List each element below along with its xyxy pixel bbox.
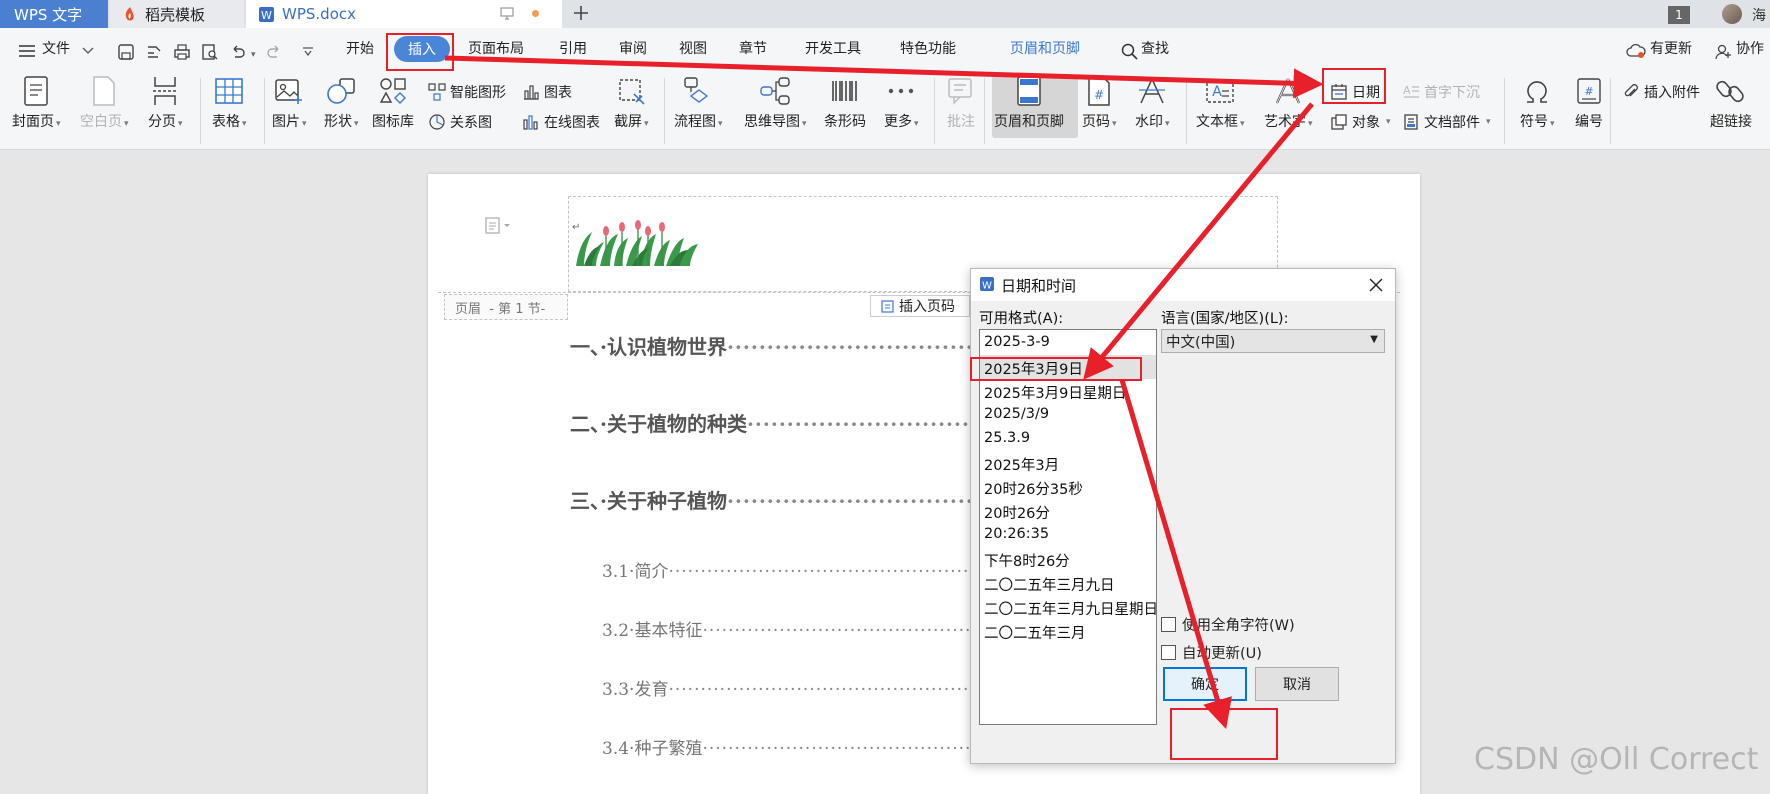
watermark-text: CSDN @Oll Correct (1474, 742, 1759, 777)
annotation-arrows (444, 55, 1324, 730)
